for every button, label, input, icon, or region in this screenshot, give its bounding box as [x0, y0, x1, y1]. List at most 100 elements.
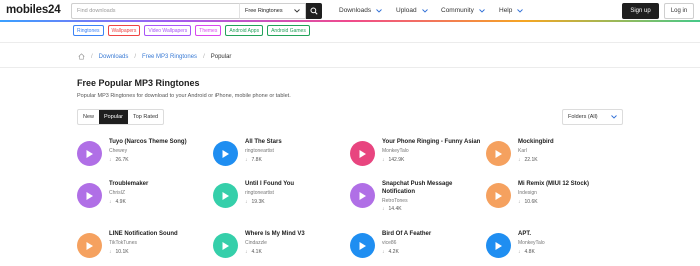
- tab-top-rated[interactable]: Top Rated: [128, 110, 163, 124]
- download-count: 4.8K: [524, 249, 535, 255]
- breadcrumb-separator: /: [134, 53, 137, 60]
- ringtone-card[interactable]: Mi Remix (MIUI 12 Stock) Indesign ↓ 10.6K: [486, 180, 616, 220]
- ringtone-title[interactable]: LINE Notification Sound: [109, 230, 209, 238]
- breadcrumb-downloads[interactable]: Downloads: [99, 54, 129, 60]
- play-button[interactable]: [486, 183, 511, 208]
- play-button[interactable]: [350, 183, 375, 208]
- category-android-games[interactable]: Android Games: [267, 25, 310, 36]
- play-button[interactable]: [213, 183, 238, 208]
- download-count: 7.8K: [251, 157, 262, 163]
- ringtone-card[interactable]: Until I Found You ringtoneartist ↓ 19.3K: [213, 180, 343, 220]
- play-button[interactable]: [350, 233, 375, 258]
- nav-community[interactable]: Community: [441, 7, 485, 14]
- ringtone-artist[interactable]: MonkeyTalo: [382, 148, 409, 154]
- breadcrumb-current: Popular: [210, 53, 232, 60]
- search-input[interactable]: [71, 3, 239, 19]
- play-icon: [222, 241, 229, 250]
- ringtone-title[interactable]: Where Is My Mind V3: [245, 230, 345, 238]
- ringtone-title[interactable]: Mockingbird: [518, 138, 618, 146]
- login-button[interactable]: Log in: [664, 3, 694, 19]
- ringtone-card[interactable]: APT. MonkeyTalo ↓ 4.8K: [486, 230, 616, 266]
- search-category-label: Free Ringtones: [245, 8, 283, 14]
- ringtone-card[interactable]: Bird Of A Feather vice86 ↓ 4.2K: [350, 230, 480, 266]
- breadcrumb: / Downloads / Free MP3 Ringtones / Popul…: [78, 53, 231, 60]
- ringtone-artist[interactable]: RetroTones: [382, 198, 408, 204]
- download-icon: ↓: [382, 206, 385, 212]
- search-category-select[interactable]: Free Ringtones: [239, 3, 306, 19]
- download-count: 14.4K: [388, 206, 402, 212]
- ringtone-card[interactable]: LINE Notification Sound TikTokTunes ↓ 10.1K: [77, 230, 207, 266]
- nav-help[interactable]: Help: [499, 7, 524, 14]
- ringtone-downloads: ↓ 7.8K: [245, 157, 262, 163]
- search-button[interactable]: [306, 3, 322, 19]
- page-description: Popular MP3 Ringtones for download to yo…: [77, 93, 291, 99]
- home-icon[interactable]: [78, 53, 85, 60]
- play-button[interactable]: [77, 141, 102, 166]
- play-button[interactable]: [486, 141, 511, 166]
- play-button[interactable]: [213, 141, 238, 166]
- download-count: 26.7K: [115, 157, 129, 163]
- ringtone-title[interactable]: Mi Remix (MIUI 12 Stock): [518, 180, 618, 188]
- category-themes[interactable]: Themes: [195, 25, 222, 36]
- site-logo[interactable]: mobiles24: [6, 4, 61, 16]
- ringtone-card[interactable]: Mockingbird Karl ↓ 22.1K: [486, 138, 616, 178]
- tab-new[interactable]: New: [78, 110, 99, 124]
- signup-button[interactable]: Sign up: [622, 3, 659, 19]
- category-video-wallpapers[interactable]: Video Wallpapers: [144, 25, 192, 36]
- category-wallpapers[interactable]: Wallpapers: [107, 25, 141, 36]
- ringtone-downloads: ↓ 10.1K: [109, 249, 129, 255]
- ringtone-artist[interactable]: ringtoneartist: [245, 190, 274, 196]
- play-icon: [86, 149, 93, 158]
- download-count: 4.9K: [115, 199, 126, 205]
- play-icon: [222, 149, 229, 158]
- ringtone-title[interactable]: Bird Of A Feather: [382, 230, 482, 238]
- sort-tabs: New Popular Top Rated: [77, 109, 165, 125]
- chevron-down-icon: [517, 8, 524, 13]
- ringtone-artist[interactable]: Chewey: [109, 148, 127, 154]
- chevron-down-icon: [421, 8, 428, 13]
- ringtone-card[interactable]: Snapchat Push Message Notification RetroT…: [350, 180, 480, 220]
- ringtone-downloads: ↓ 4.9K: [109, 199, 126, 205]
- page-title: Free Popular MP3 Ringtones: [77, 78, 200, 88]
- ringtone-artist[interactable]: MonkeyTalo: [518, 240, 545, 246]
- folders-select[interactable]: Folders (All): [562, 109, 623, 125]
- ringtone-downloads: ↓ 22.1K: [518, 157, 538, 163]
- download-count: 10.1K: [115, 249, 129, 255]
- nav-upload[interactable]: Upload: [396, 7, 428, 14]
- ringtone-title[interactable]: Tuyo (Narcos Theme Song): [109, 138, 209, 146]
- ringtone-title[interactable]: APT.: [518, 230, 618, 238]
- ringtone-artist[interactable]: ChrisIZ: [109, 190, 125, 196]
- ringtone-downloads: ↓ 4.1K: [245, 249, 262, 255]
- ringtone-artist[interactable]: vice86: [382, 240, 396, 246]
- play-button[interactable]: [77, 183, 102, 208]
- ringtone-card[interactable]: Where Is My Mind V3 Cindazzle ↓ 4.1K: [213, 230, 343, 266]
- ringtone-card[interactable]: Your Phone Ringing - Funny Asian MonkeyTa…: [350, 138, 480, 178]
- category-ringtones[interactable]: Ringtones: [73, 25, 104, 36]
- download-icon: ↓: [109, 157, 112, 163]
- ringtone-artist[interactable]: Cindazzle: [245, 240, 267, 246]
- ringtone-artist[interactable]: TikTokTunes: [109, 240, 137, 246]
- download-icon: ↓: [109, 249, 112, 255]
- play-button[interactable]: [486, 233, 511, 258]
- download-count: 22.1K: [524, 157, 538, 163]
- ringtone-artist[interactable]: Karl: [518, 148, 527, 154]
- nav-downloads[interactable]: Downloads: [339, 7, 382, 14]
- ringtone-title[interactable]: Snapchat Push Message Notification: [382, 180, 482, 196]
- ringtone-title[interactable]: Troublemaker: [109, 180, 209, 188]
- ringtone-title[interactable]: Your Phone Ringing - Funny Asian: [382, 138, 482, 146]
- category-android-apps[interactable]: Android Apps: [225, 25, 264, 36]
- breadcrumb-free-mp3-ringtones[interactable]: Free MP3 Ringtones: [142, 54, 197, 60]
- play-button[interactable]: [77, 233, 102, 258]
- ringtone-artist[interactable]: ringtoneartist: [245, 148, 274, 154]
- ringtone-downloads: ↓ 4.8K: [518, 249, 535, 255]
- download-count: 4.2K: [388, 249, 399, 255]
- play-button[interactable]: [350, 141, 375, 166]
- ringtone-card[interactable]: All The Stars ringtoneartist ↓ 7.8K: [213, 138, 343, 178]
- ringtone-title[interactable]: Until I Found You: [245, 180, 345, 188]
- play-button[interactable]: [213, 233, 238, 258]
- ringtone-card[interactable]: Troublemaker ChrisIZ ↓ 4.9K: [77, 180, 207, 220]
- ringtone-artist[interactable]: Indesign: [518, 190, 537, 196]
- tab-popular[interactable]: Popular: [99, 110, 128, 124]
- ringtone-title[interactable]: All The Stars: [245, 138, 345, 146]
- ringtone-card[interactable]: Tuyo (Narcos Theme Song) Chewey ↓ 26.7K: [77, 138, 207, 178]
